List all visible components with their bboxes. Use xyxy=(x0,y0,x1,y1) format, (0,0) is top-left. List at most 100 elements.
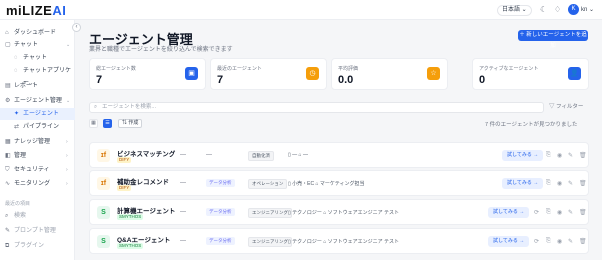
sidebar-item-label: エージェント xyxy=(23,111,59,117)
sidebar-item-admin[interactable]: ◧ 管理 › xyxy=(0,150,75,162)
platform-badge: DIFY xyxy=(117,157,132,163)
sidebar-item-reports[interactable]: ▤ レポート xyxy=(0,80,75,92)
try-button[interactable]: 試してみる → xyxy=(488,207,530,218)
agent-col1: — xyxy=(180,209,186,215)
page-subtitle: 業界と職種でエージェントを絞り込んで検索できます xyxy=(89,47,233,53)
delete-icon[interactable]: 🗑 xyxy=(579,152,587,159)
sidebar-item-label: 検索 xyxy=(14,213,27,219)
sort-button[interactable]: ⇅ 作成 xyxy=(118,119,143,128)
chevron-right-icon: › xyxy=(66,181,68,187)
language-selector[interactable]: 日本語 ⌄ xyxy=(497,5,532,16)
bot-icon: ✦ xyxy=(14,111,20,117)
agent-meta: ▯ 小売・EC ⌂ マーケティング担当 xyxy=(288,181,365,187)
refresh-icon[interactable]: ⟳ xyxy=(534,238,539,245)
pipeline-icon: ⇄ xyxy=(14,124,20,130)
sidebar-item-label: ナレッジ管理 xyxy=(14,139,51,145)
sidebar-item-plugins[interactable]: ⧉ プラグイン xyxy=(0,240,75,252)
try-button[interactable]: 試してみる → xyxy=(502,178,544,189)
share-icon[interactable]: ⎘ xyxy=(546,209,551,216)
category-tag: エンジニアリング xyxy=(248,208,292,218)
view-icon[interactable]: ◉ xyxy=(557,152,562,159)
view-icon[interactable]: ◉ xyxy=(557,209,562,216)
share-icon[interactable]: ⎘ xyxy=(546,180,551,187)
search-input[interactable]: ⌕ エージェントを検索... xyxy=(89,102,544,113)
share-icon[interactable]: ⎘ xyxy=(546,152,551,159)
user-icon: 👤 xyxy=(568,67,581,80)
clock-icon: ◷ xyxy=(306,67,319,80)
edit-icon[interactable]: ✎ xyxy=(568,209,573,216)
category-tag: オペレーション xyxy=(248,179,288,189)
sidebar: ⌂ ダッシュボード ▢ チャット ⌄ ◌ チャット ◌ チャットアプリケー...… xyxy=(0,20,75,260)
refresh-icon[interactable]: ⟳ xyxy=(534,209,539,216)
user-menu[interactable]: kn ⌄ xyxy=(581,6,594,13)
notification-bell-icon[interactable]: ♢ xyxy=(554,5,561,15)
stat-value: 0.0 xyxy=(338,74,354,86)
admin-icon: ◧ xyxy=(5,153,11,159)
sidebar-item-chat-apps[interactable]: ◌ チャットアプリケー... xyxy=(0,65,75,86)
sidebar-collapse-button[interactable]: ‹ xyxy=(72,23,81,32)
purpose-tag: データ分析 xyxy=(206,237,235,245)
result-count: 7 件のエージェントが見つかりました xyxy=(485,122,578,128)
filter-button[interactable]: ▽ フィルター xyxy=(549,102,589,113)
sidebar-item-label: プラグイン xyxy=(14,243,45,249)
stat-label: 総エージェント数 xyxy=(96,66,136,72)
app-icon: ◌ xyxy=(14,68,18,74)
sidebar-item-label: プロンプト管理 xyxy=(14,228,56,234)
avatar[interactable]: K xyxy=(568,4,579,15)
edit-icon[interactable]: ✎ xyxy=(568,152,573,159)
chevron-right-icon: › xyxy=(66,167,68,173)
view-icon[interactable]: ◉ xyxy=(557,238,562,245)
table-row[interactable]: S 計算機エージェント SMYTHOS — データ分析 エンジニアリング ▯ テ… xyxy=(89,199,589,225)
sidebar-item-agents[interactable]: ✦ エージェント xyxy=(0,108,75,120)
app-logo[interactable]: miLIZEAI xyxy=(6,3,66,18)
sidebar-item-prompts[interactable]: ✎ プロンプト管理 xyxy=(0,225,75,237)
delete-icon[interactable]: 🗑 xyxy=(579,180,587,187)
sidebar-item-monitoring[interactable]: ∿ モニタリング › xyxy=(0,178,75,190)
chat-icon: ▢ xyxy=(5,42,11,48)
delete-icon[interactable]: 🗑 xyxy=(579,238,587,245)
view-icon[interactable]: ◉ xyxy=(557,180,562,187)
delete-icon[interactable]: 🗑 xyxy=(579,209,587,216)
try-button[interactable]: 試してみる → xyxy=(488,236,530,247)
agent-col1: — xyxy=(180,180,186,186)
logo-text: miLIZE xyxy=(6,3,53,18)
platform-badge: SMYTHOS xyxy=(117,243,144,249)
chat-bubble-icon: ◌ xyxy=(14,55,18,61)
table-row[interactable]: ɪf 補助金レコメンド DIFY — データ分析 オペレーション ▯ 小売・EC… xyxy=(89,170,589,196)
sidebar-item-search[interactable]: ⌕ 検索 xyxy=(0,210,75,222)
theme-toggle-icon[interactable]: ☾ xyxy=(540,5,547,15)
edit-icon[interactable]: ✎ xyxy=(568,180,573,187)
table-row[interactable]: S Q&Aエージェント SMYTHOS — データ分析 エンジニアリング ▯ テ… xyxy=(89,228,589,254)
platform-badge: DIFY xyxy=(117,185,132,191)
add-agent-button[interactable]: ＋ 新しいエージェントを追加 xyxy=(518,30,588,49)
logo-accent: AI xyxy=(52,3,67,18)
sidebar-item-label: セキュリティ xyxy=(14,167,50,173)
search-icon: ⌕ xyxy=(94,104,98,110)
sidebar-item-pipeline[interactable]: ⇄ パイプライン xyxy=(0,121,75,133)
sidebar-item-security[interactable]: ⛉ セキュリティ › xyxy=(0,164,75,176)
sidebar-item-label: 管理 xyxy=(14,153,27,159)
list-view-button[interactable]: ☰ xyxy=(103,119,112,128)
stat-value: 0 xyxy=(479,74,486,86)
try-button[interactable]: 試してみる → xyxy=(502,150,544,161)
stat-card-active: アクティブなエージェント 0 👤 xyxy=(472,58,589,90)
stat-card-rating: 平均評価 0.0 ☆ xyxy=(331,58,448,90)
agent-col1: — xyxy=(180,152,186,158)
sidebar-item-chat[interactable]: ▢ チャット ⌄ xyxy=(0,39,75,51)
prompt-icon: ✎ xyxy=(5,228,11,234)
search-placeholder: エージェントを検索... xyxy=(102,104,156,110)
sidebar-item-knowledge[interactable]: ▦ ナレッジ管理 › xyxy=(0,136,75,148)
share-icon[interactable]: ⎘ xyxy=(546,238,551,245)
agent-col2: — xyxy=(206,152,212,158)
stat-value: 7 xyxy=(217,74,224,86)
plugin-icon: ⧉ xyxy=(5,243,10,249)
smythos-icon: S xyxy=(97,206,110,219)
chevron-right-icon: › xyxy=(66,139,68,145)
sidebar-item-agent-management[interactable]: ⚙ エージェント管理 ⌄ xyxy=(0,95,75,107)
edit-icon[interactable]: ✎ xyxy=(568,238,573,245)
table-row[interactable]: ɪf ビジネスマッチング DIFY — — 自動化済 ▯ — ⌂ — 試してみる… xyxy=(89,142,589,168)
knowledge-icon: ▦ xyxy=(5,139,11,145)
sidebar-item-dashboard[interactable]: ⌂ ダッシュボード xyxy=(0,27,75,39)
grid-view-button[interactable]: ▦ xyxy=(89,119,98,128)
sidebar-item-chat-sub[interactable]: ◌ チャット xyxy=(0,52,75,64)
